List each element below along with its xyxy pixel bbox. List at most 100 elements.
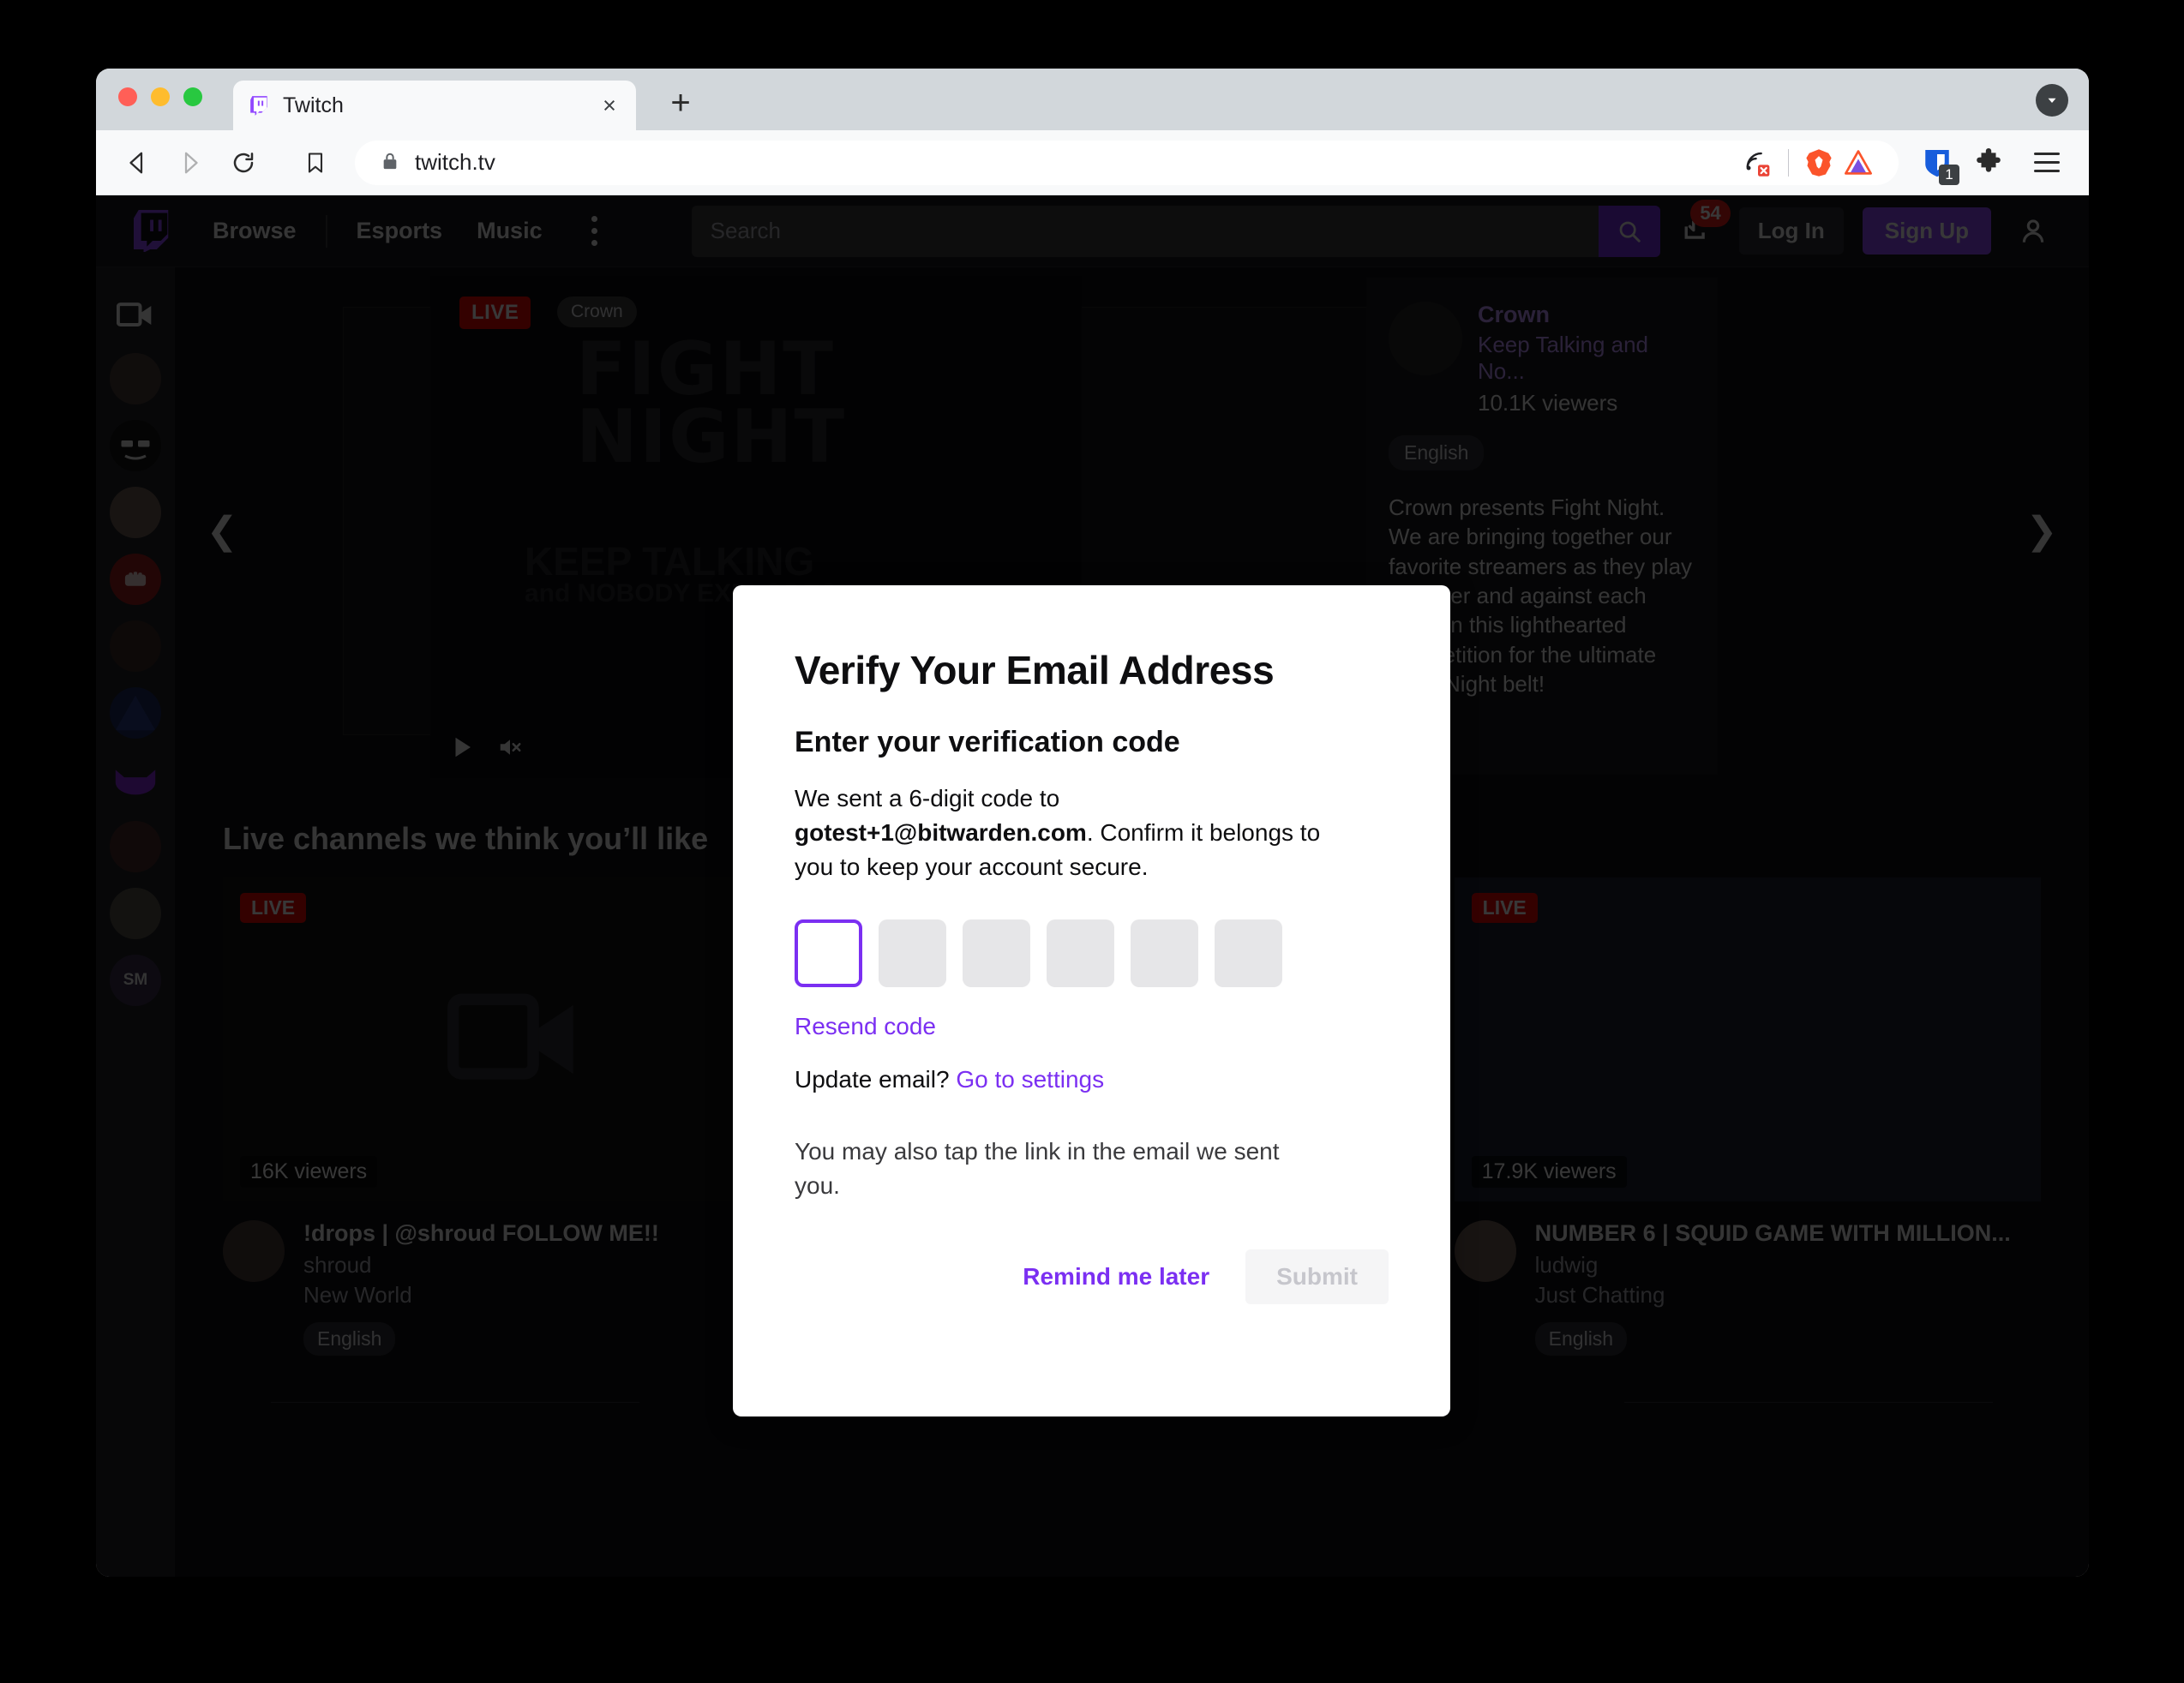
stream-card[interactable]: LIVE 16K viewers !drops | @shroud FOLLOW…: [223, 877, 810, 1356]
game-name[interactable]: New World: [303, 1282, 659, 1309]
search-icon[interactable]: [1598, 205, 1660, 257]
divider: [1788, 148, 1789, 177]
verify-email-modal: Verify Your Email Address Enter your ver…: [733, 585, 1450, 1416]
sidebar-item-moist[interactable]: [110, 687, 161, 739]
chevron-down-icon[interactable]: [2036, 84, 2068, 117]
twitch-sidebar: SM: [96, 267, 175, 1577]
stream-title[interactable]: !drops | @shroud FOLLOW ME!!: [303, 1220, 659, 1247]
twitch-nav-right: 54 Log In Sign Up: [1674, 199, 2068, 255]
browser-window: Twitch × + twitch.tv 1 Browse Esports Mu…: [96, 69, 2089, 1577]
channel-name[interactable]: ludwig: [1535, 1252, 2011, 1279]
sign-up-button[interactable]: Sign Up: [1862, 207, 1991, 255]
prime-badge: 54: [1690, 199, 1731, 227]
new-tab-button[interactable]: +: [662, 84, 699, 122]
sidebar-item-cat[interactable]: [110, 754, 161, 806]
sidebar-item-shroud[interactable]: [110, 353, 161, 404]
window-controls: [118, 87, 202, 106]
stream-thumbnail[interactable]: LIVE 16K viewers: [223, 877, 810, 1201]
modal-note: You may also tap the link in the email w…: [795, 1138, 1280, 1199]
carousel-channel-pill: Crown: [557, 296, 637, 327]
carousel-channel-name[interactable]: Crown: [1478, 302, 1695, 328]
nav-link-esports[interactable]: Esports: [339, 209, 460, 253]
game-name[interactable]: Just Chatting: [1535, 1282, 2011, 1309]
sidebar-item-face[interactable]: [110, 620, 161, 672]
chevron-right-icon[interactable]: ❯: [2019, 507, 2065, 554]
modal-body-text: We sent a 6-digit code to gotest+1@bitwa…: [795, 782, 1343, 883]
stream-thumbnail[interactable]: LIVE 17.9K viewers: [1454, 877, 2041, 1201]
prime-loot-icon[interactable]: 54: [1674, 199, 1731, 255]
browser-tab[interactable]: Twitch ×: [233, 81, 636, 130]
chevron-left-icon[interactable]: ❮: [199, 507, 245, 554]
stream-card[interactable]: LIVE 17.9K viewers NUMBER 6 | SQUID GAME…: [1454, 877, 2041, 1356]
language-tag[interactable]: English: [1389, 435, 1485, 470]
toolbar-extensions: 1: [1914, 140, 2070, 186]
go-to-settings-link[interactable]: Go to settings: [956, 1066, 1104, 1093]
nav-link-music[interactable]: Music: [459, 209, 560, 253]
code-input-2[interactable]: [879, 919, 946, 988]
submit-button[interactable]: Submit: [1245, 1249, 1389, 1304]
avatar[interactable]: [223, 1220, 285, 1282]
sidebar-item-pirate[interactable]: [110, 888, 161, 939]
stream-card-meta: !drops | @shroud FOLLOW ME!! shroud New …: [223, 1220, 809, 1356]
code-input-4[interactable]: [1047, 919, 1114, 988]
screen: Twitch × + twitch.tv 1 Browse Esports Mu…: [0, 0, 2184, 1683]
code-input-6[interactable]: [1215, 919, 1282, 988]
reload-icon[interactable]: [221, 141, 266, 185]
stream-title[interactable]: NUMBER 6 | SQUID GAME WITH MILLION...: [1535, 1220, 2011, 1247]
log-in-button[interactable]: Log In: [1738, 207, 1844, 255]
code-input-1[interactable]: [795, 919, 862, 988]
carousel-art-title-line2: NIGHT: [576, 394, 847, 481]
sidebar-item-ludwig[interactable]: [110, 487, 161, 538]
bitwarden-badge: 1: [1939, 164, 1959, 185]
play-icon[interactable]: [449, 734, 475, 764]
tab-strip: Twitch × +: [96, 69, 2089, 130]
search-input[interactable]: Search: [691, 205, 1599, 257]
nav-link-browse[interactable]: Browse: [195, 209, 314, 253]
avatar[interactable]: [1454, 1220, 1516, 1282]
update-email-row: Update email? Go to settings: [795, 1066, 1389, 1093]
code-input-3[interactable]: [963, 919, 1030, 988]
browser-toolbar: twitch.tv 1: [96, 130, 2089, 195]
sidebar-item-sm[interactable]: SM: [110, 955, 161, 1006]
modal-title: Verify Your Email Address: [795, 648, 1275, 692]
kebab-menu-icon[interactable]: [575, 212, 615, 251]
carousel-game-name[interactable]: Keep Talking and No...: [1478, 332, 1695, 385]
bitwarden-shield-icon[interactable]: 1: [1914, 140, 1960, 186]
hamburger-menu-icon[interactable]: [2024, 140, 2070, 186]
account-person-icon[interactable]: [2010, 208, 2056, 255]
close-icon[interactable]: ×: [595, 91, 624, 120]
channel-name[interactable]: shroud: [303, 1252, 659, 1279]
bookmark-icon[interactable]: [293, 141, 338, 185]
remind-me-later-button[interactable]: Remind me later: [1011, 1249, 1221, 1304]
modal-actions: Remind me later Submit: [795, 1249, 1389, 1304]
carousel-player-controls: [449, 734, 523, 764]
address-bar[interactable]: twitch.tv: [355, 140, 1899, 185]
puzzle-piece-icon[interactable]: [1965, 140, 2012, 186]
resend-code-link[interactable]: Resend code: [795, 1013, 936, 1040]
twitch-top-nav: Browse Esports Music Search 54 Log In Si…: [96, 195, 2089, 267]
language-tag[interactable]: English: [303, 1322, 396, 1356]
close-window-button[interactable]: [118, 87, 137, 106]
brave-rewards-triangle-icon[interactable]: [1839, 143, 1878, 183]
tab-title: Twitch: [283, 93, 344, 117]
brave-lion-icon[interactable]: [1799, 143, 1839, 183]
mute-icon[interactable]: [497, 734, 523, 764]
modal-body-prefix: We sent a 6-digit code to: [795, 785, 1060, 812]
sidebar-item-fist[interactable]: [110, 554, 161, 605]
video-camera-icon[interactable]: [113, 293, 158, 338]
sidebar-item-beard[interactable]: [110, 821, 161, 872]
twitch-glitch-logo[interactable]: [134, 209, 173, 253]
language-tag[interactable]: English: [1534, 1322, 1628, 1356]
viewer-count: 16K viewers: [240, 1156, 378, 1188]
back-arrow-icon[interactable]: [115, 141, 159, 185]
code-input-5[interactable]: [1131, 919, 1198, 988]
minimize-window-button[interactable]: [151, 87, 170, 106]
twitch-nav-links: Browse Esports Music: [195, 209, 615, 253]
divider: [325, 214, 327, 248]
video-camera-icon: [447, 993, 573, 1080]
maximize-window-button[interactable]: [183, 87, 202, 106]
viewer-count: 17.9K viewers: [1471, 1156, 1627, 1188]
cast-blocked-icon[interactable]: [1738, 143, 1778, 183]
sidebar-item-xqcow[interactable]: [110, 420, 161, 471]
forward-arrow-icon[interactable]: [168, 141, 213, 185]
